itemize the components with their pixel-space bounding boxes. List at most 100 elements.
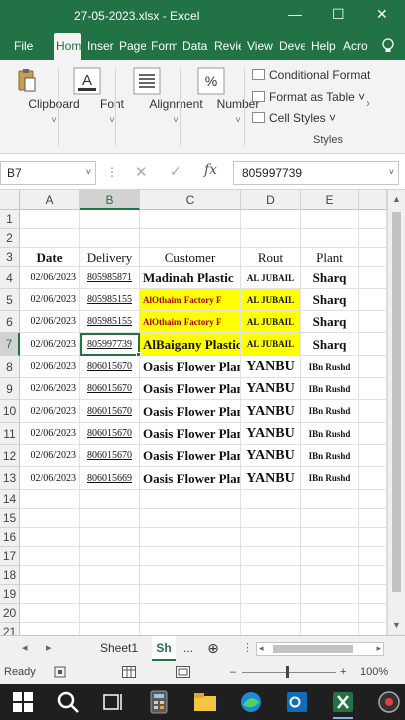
- minimize-button[interactable]: —: [288, 6, 302, 22]
- tab-formulas[interactable]: Form: [151, 33, 177, 60]
- cell-delivery[interactable]: 805997739: [80, 333, 140, 356]
- column-header[interactable]: A: [20, 190, 80, 210]
- cell-date[interactable]: 02/06/2023: [20, 400, 80, 423]
- maximize-button[interactable]: ☐: [332, 6, 345, 23]
- empty-cell[interactable]: [140, 229, 241, 248]
- empty-cell[interactable]: [241, 490, 301, 509]
- empty-cell[interactable]: [20, 509, 80, 528]
- column-header[interactable]: C: [140, 190, 241, 210]
- empty-cell[interactable]: [20, 604, 80, 623]
- empty-cell[interactable]: [241, 229, 301, 248]
- empty-cell[interactable]: [359, 289, 387, 311]
- column-header[interactable]: D: [241, 190, 301, 210]
- row-header[interactable]: 6: [0, 311, 20, 333]
- scroll-left-icon[interactable]: ◂: [259, 643, 264, 654]
- empty-cell[interactable]: [80, 547, 140, 566]
- empty-cell[interactable]: [301, 604, 359, 623]
- more-sheets-button[interactable]: ...: [178, 636, 198, 661]
- zoom-slider[interactable]: [242, 672, 336, 673]
- empty-cell[interactable]: [359, 267, 387, 289]
- cell-customer[interactable]: AlBaigany Plastic: [140, 333, 241, 356]
- row-header[interactable]: 12: [0, 445, 20, 467]
- cell-plant[interactable]: IBn Rushd: [301, 356, 359, 378]
- empty-cell[interactable]: [140, 210, 241, 229]
- scroll-right-icon[interactable]: ▸: [376, 643, 381, 654]
- tab-view[interactable]: View: [247, 33, 274, 60]
- empty-cell[interactable]: [359, 528, 387, 547]
- cell-plant[interactable]: IBn Rushd: [301, 400, 359, 423]
- row-header[interactable]: 18: [0, 566, 20, 585]
- excel-app-icon[interactable]: [330, 689, 356, 715]
- empty-cell[interactable]: [359, 623, 387, 635]
- cell-plant[interactable]: Sharq: [301, 289, 359, 311]
- cell-delivery[interactable]: 806015670: [80, 423, 140, 445]
- formula-input[interactable]: 805997739 ˅: [233, 161, 399, 185]
- sheet-next-icon[interactable]: ▸: [46, 641, 52, 654]
- name-box[interactable]: B7 ˅: [0, 161, 96, 185]
- zoom-level[interactable]: 100%: [360, 666, 388, 678]
- tab-file[interactable]: File: [14, 33, 40, 60]
- empty-cell[interactable]: [359, 210, 387, 229]
- tab-home[interactable]: Hom: [54, 33, 81, 60]
- empty-cell[interactable]: [140, 585, 241, 604]
- tab-insert[interactable]: Inser: [87, 33, 114, 60]
- tab-acrobat[interactable]: Acro: [343, 33, 370, 60]
- cell-date[interactable]: 02/06/2023: [20, 378, 80, 400]
- empty-cell[interactable]: [359, 400, 387, 423]
- row-header[interactable]: 15: [0, 509, 20, 528]
- conditional-formatting-button[interactable]: Conditional Format: [252, 68, 370, 82]
- empty-cell[interactable]: [140, 547, 241, 566]
- cell-customer[interactable]: AlOthaim Factory F: [140, 311, 241, 333]
- empty-cell[interactable]: [301, 490, 359, 509]
- empty-cell[interactable]: [301, 547, 359, 566]
- insert-function-icon[interactable]: fx: [204, 162, 217, 178]
- column-header[interactable]: E: [301, 190, 359, 210]
- calculator-icon[interactable]: [146, 689, 172, 715]
- row-header[interactable]: 7: [0, 333, 20, 356]
- cell-plant[interactable]: IBn Rushd: [301, 445, 359, 467]
- cell-customer[interactable]: Oasis Flower Plant: [140, 445, 241, 467]
- zoom-out-button[interactable]: –: [230, 666, 236, 678]
- ribbon-scroll-right-icon[interactable]: ›: [366, 96, 370, 110]
- cell-date[interactable]: 02/06/2023: [20, 445, 80, 467]
- cell-delivery[interactable]: 805985155: [80, 289, 140, 311]
- edge-browser-icon[interactable]: [238, 689, 264, 715]
- row-header[interactable]: 5: [0, 289, 20, 311]
- empty-cell[interactable]: [301, 210, 359, 229]
- cell-date[interactable]: 02/06/2023: [20, 423, 80, 445]
- cell-customer[interactable]: Oasis Flower Plant: [140, 356, 241, 378]
- empty-cell[interactable]: [241, 210, 301, 229]
- row-header[interactable]: 20: [0, 604, 20, 623]
- cell-plant[interactable]: Sharq: [301, 311, 359, 333]
- cell-rout[interactable]: AL JUBAIL: [241, 289, 301, 311]
- header-cell-date[interactable]: Date: [20, 248, 80, 267]
- header-cell-customer[interactable]: Customer: [140, 248, 241, 267]
- zoom-in-button[interactable]: +: [340, 666, 346, 678]
- cell-customer[interactable]: Oasis Flower Plant: [140, 400, 241, 423]
- empty-cell[interactable]: [359, 229, 387, 248]
- cell-date[interactable]: 02/06/2023: [20, 356, 80, 378]
- macro-record-icon[interactable]: [54, 666, 66, 678]
- cell-delivery[interactable]: 806015670: [80, 400, 140, 423]
- zoom-slider-thumb[interactable]: [286, 666, 289, 678]
- cell-delivery[interactable]: 806015670: [80, 356, 140, 378]
- empty-cell[interactable]: [20, 490, 80, 509]
- empty-cell[interactable]: [359, 248, 387, 267]
- scroll-up-icon[interactable]: ▲: [392, 194, 401, 204]
- enter-icon[interactable]: ✓: [170, 163, 182, 180]
- cell-plant[interactable]: IBn Rushd: [301, 378, 359, 400]
- cell-customer[interactable]: Madinah Plastic: [140, 267, 241, 289]
- select-all-button[interactable]: [0, 190, 20, 210]
- cell-date[interactable]: 02/06/2023: [20, 333, 80, 356]
- empty-cell[interactable]: [140, 509, 241, 528]
- empty-cell[interactable]: [241, 547, 301, 566]
- empty-cell[interactable]: [20, 585, 80, 604]
- empty-cell[interactable]: [80, 585, 140, 604]
- add-sheet-icon[interactable]: ⊕: [204, 636, 222, 661]
- row-header[interactable]: 9: [0, 378, 20, 400]
- row-header[interactable]: 8: [0, 356, 20, 378]
- format-as-table-button[interactable]: Format as Table ˅: [252, 90, 365, 104]
- task-view-icon[interactable]: [100, 689, 126, 715]
- cell-rout[interactable]: AL JUBAIL: [241, 333, 301, 356]
- empty-cell[interactable]: [80, 210, 140, 229]
